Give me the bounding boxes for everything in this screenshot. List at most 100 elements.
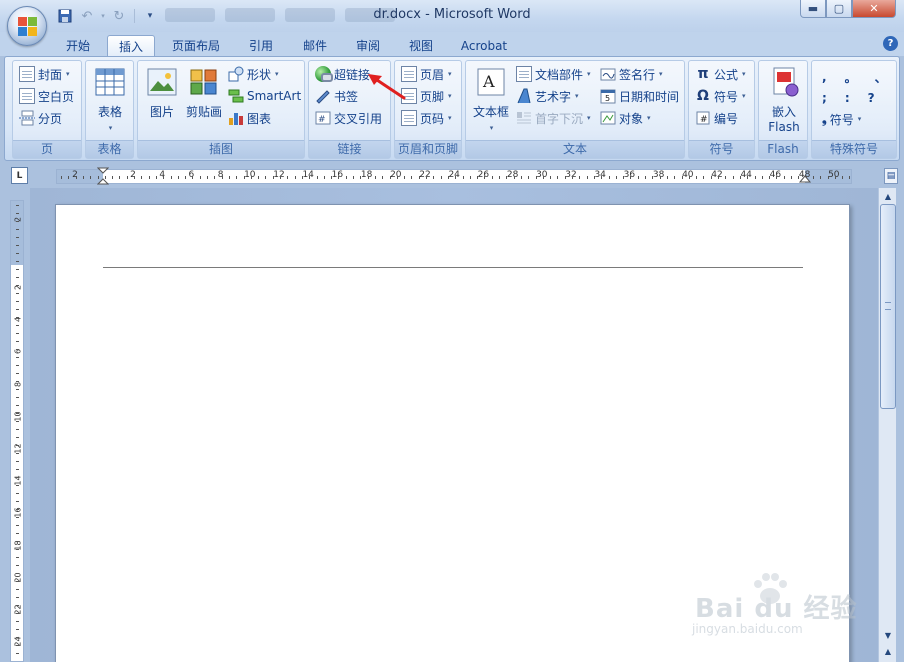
numbering-button[interactable]: # 编号: [695, 108, 738, 128]
blank-page-label: 空白页: [38, 89, 75, 104]
colon-symbol[interactable]: :: [845, 91, 850, 105]
ruler-number: 40: [682, 170, 694, 180]
cross-reference-button[interactable]: # 交叉引用: [315, 108, 382, 128]
tab-mailings[interactable]: 邮件: [292, 35, 338, 56]
dropcap-button[interactable]: 首字下沉 ▾: [516, 108, 591, 128]
ruler-tick: [783, 176, 785, 179]
shapes-button[interactable]: 形状 ▾: [228, 64, 279, 84]
ruler-tick: [659, 176, 661, 179]
vertical-ruler[interactable]: 2 2 4 6 8 10 12 14 16 18 20 22 24: [10, 200, 24, 662]
symbol-button[interactable]: Ω 符号 ▾: [695, 86, 745, 106]
chart-button[interactable]: 图表: [228, 108, 271, 128]
scroll-up-icon[interactable]: ▲: [880, 189, 896, 203]
ruler-tick: [652, 176, 654, 179]
ruler-tick: [207, 176, 208, 179]
ruler-number: 26: [477, 170, 490, 180]
embed-flash-button[interactable]: 嵌入 Flash: [762, 67, 806, 134]
vruler-tick: [16, 493, 19, 494]
vertical-scrollbar[interactable]: ▲ ▼ ▲: [878, 188, 896, 662]
ruler-tick: [827, 176, 829, 179]
blank-page-button[interactable]: 空白页: [19, 86, 74, 106]
semicolon-symbol[interactable]: ;: [822, 91, 827, 105]
maximize-button[interactable]: ▢: [826, 0, 852, 18]
signature-line-button[interactable]: 签名行 ▾: [600, 64, 663, 84]
tab-acrobat[interactable]: Acrobat: [455, 35, 513, 56]
dropcap-icon: [516, 110, 532, 126]
period-symbol[interactable]: 。: [845, 69, 857, 86]
svg-text:A: A: [482, 72, 495, 91]
equation-button[interactable]: π 公式 ▾: [695, 64, 745, 84]
wordart-icon: [516, 88, 532, 104]
question-mark-symbol[interactable]: ?: [868, 91, 875, 105]
ruler-tick: [696, 176, 698, 179]
page-break-button[interactable]: 分页: [19, 108, 62, 128]
comma-symbol[interactable]: ,: [822, 70, 827, 84]
quick-parts-button[interactable]: 文档部件 ▾: [516, 64, 591, 84]
ruler-number: 6: [188, 170, 195, 180]
ruler-tick: [301, 176, 303, 179]
enumeration-comma-symbol[interactable]: 、: [875, 69, 887, 86]
vruler-tick: [16, 597, 19, 598]
picture-button[interactable]: 图片: [144, 67, 180, 120]
right-indent-marker-icon[interactable]: [799, 174, 811, 184]
ruler-tick: [309, 176, 311, 179]
wordart-button[interactable]: 艺术字 ▾: [516, 86, 579, 106]
ruler-tick: [820, 176, 822, 179]
vruler-tick: [16, 301, 19, 302]
tab-insert[interactable]: 插入: [107, 35, 155, 56]
vruler-tick: [16, 373, 19, 374]
table-icon: [94, 67, 126, 99]
scroll-down-icon[interactable]: ▼: [880, 628, 896, 642]
ruler-number: 44: [740, 170, 752, 180]
header-button[interactable]: 页眉 ▾: [401, 64, 452, 84]
page-number-label: 页码: [420, 111, 445, 126]
ruler-tick: [82, 176, 84, 179]
group-label-header-footer: 页眉和页脚: [395, 140, 461, 158]
vruler-tick: [16, 277, 19, 278]
office-button[interactable]: [7, 6, 47, 46]
tab-review[interactable]: 审阅: [345, 35, 391, 56]
ruler-tick: [214, 176, 216, 179]
footer-button[interactable]: 页脚 ▾: [401, 86, 452, 106]
ruler-tick: [630, 176, 632, 179]
textbox-button[interactable]: A 文本框 ▾: [470, 67, 512, 132]
object-button[interactable]: 对象 ▾: [600, 108, 651, 128]
tab-page-layout[interactable]: 页面布局: [163, 35, 229, 56]
special-symbol-button[interactable]: ❟ 符号 ▾: [822, 109, 861, 129]
vruler-tick: [16, 269, 19, 270]
help-icon[interactable]: ?: [883, 36, 898, 51]
group-header-footer: 页眉 ▾ 页脚 ▾ 页码 ▾ 页眉和页脚: [394, 60, 462, 159]
tab-view[interactable]: 视图: [398, 35, 444, 56]
vruler-tick: [16, 445, 19, 446]
page-number-button[interactable]: 页码 ▾: [401, 108, 452, 128]
ruler-tick: [718, 176, 719, 179]
tab-references[interactable]: 引用: [238, 35, 284, 56]
vruler-tick: [16, 405, 19, 406]
scrollbar-thumb[interactable]: [880, 204, 896, 409]
horizontal-ruler[interactable]: 2 2 4 6 8 10 12 14 16 18 20 22 24 26 28 30 32 34 36 38 40 42 4…: [56, 167, 852, 186]
date-time-button[interactable]: 5 日期和时间: [600, 86, 679, 106]
ruler-tick: [776, 176, 778, 179]
bookmark-button[interactable]: 书签: [315, 86, 358, 106]
ruler-number: 28: [506, 170, 519, 180]
clipart-button[interactable]: 剪贴画: [184, 67, 224, 120]
smartart-button[interactable]: SmartArt: [228, 86, 301, 106]
ruler-tick: [499, 176, 500, 179]
flash-icon: [768, 67, 800, 99]
ruler-number: 34: [594, 170, 606, 180]
cover-page-button[interactable]: 封面 ▾: [19, 64, 70, 84]
hyperlink-button[interactable]: 超链接: [315, 64, 370, 84]
minimize-button[interactable]: ▬: [800, 0, 826, 18]
view-ruler-button[interactable]: ▤: [884, 168, 898, 184]
vruler-tick: [16, 397, 19, 398]
indent-marker-icon[interactable]: [97, 167, 109, 186]
close-button[interactable]: ✕: [852, 0, 896, 18]
vruler-number: 4: [13, 317, 23, 323]
table-button[interactable]: 表格 ▾: [92, 67, 128, 132]
vruler-tick: [16, 413, 19, 414]
vruler-tick: [16, 253, 19, 254]
tab-selector-button[interactable]: L: [11, 167, 28, 184]
ruler-tick: [177, 176, 179, 179]
previous-page-icon[interactable]: ▲: [880, 644, 896, 658]
tab-home[interactable]: 开始: [56, 35, 100, 56]
